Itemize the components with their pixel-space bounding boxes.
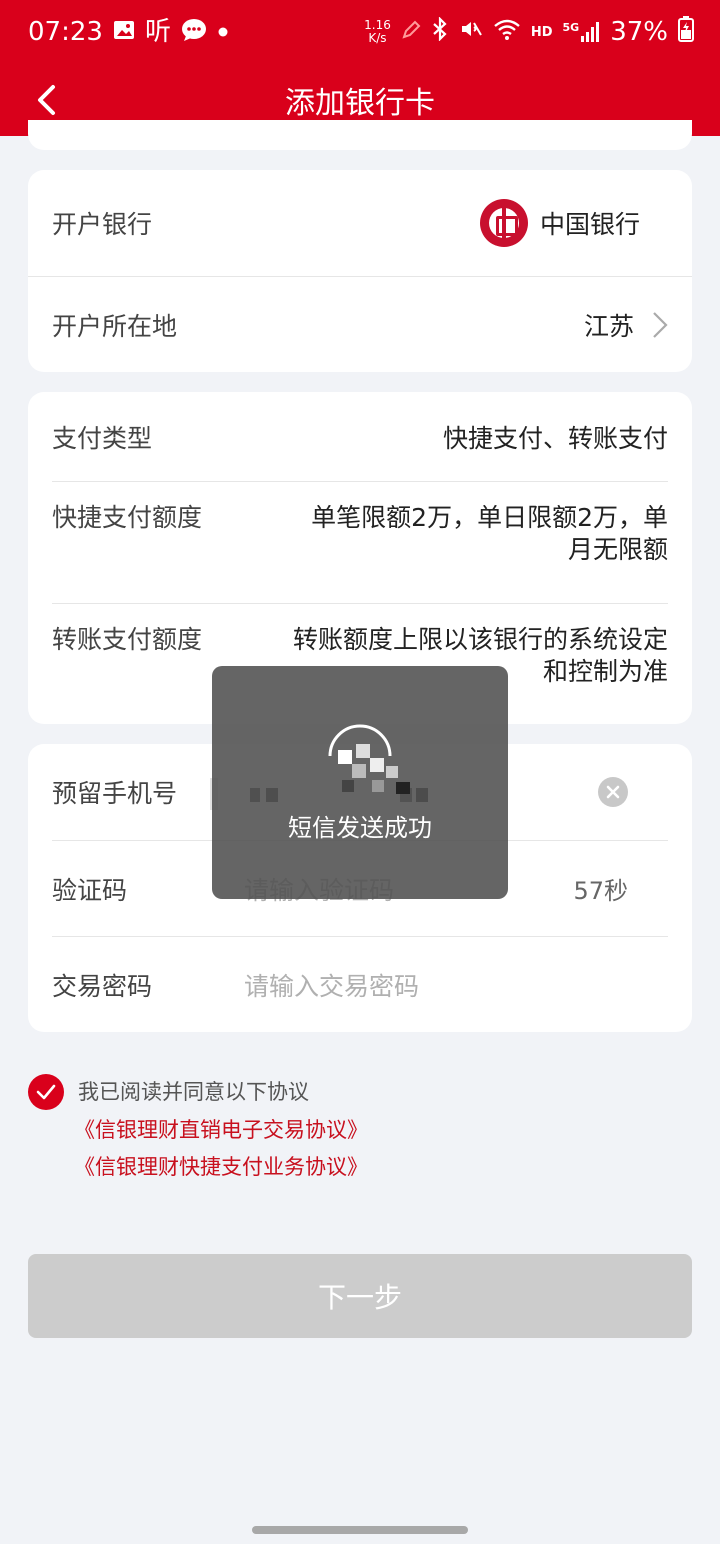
network-speed-unit: K/s (368, 31, 387, 45)
location-label: 开户所在地 (52, 311, 178, 341)
transfer-limit-label: 转账支付额度 (52, 625, 203, 654)
pay-type-label: 支付类型 (52, 423, 153, 453)
agreement-checkbox[interactable] (28, 1074, 64, 1110)
previous-card-stub (28, 120, 692, 150)
gallery-icon (113, 19, 135, 46)
phone-label: 预留手机号 (52, 779, 178, 808)
bank-name: 中国银行 (539, 210, 640, 239)
pay-type-value: 快捷支付、转账支付 (442, 423, 668, 453)
mosaic-block (372, 780, 384, 792)
password-row: 交易密码 请输入交易密码 (28, 937, 692, 1032)
signal-label: 5G (562, 21, 580, 34)
location-value-wrap: 江苏 (584, 307, 668, 343)
bank-row: 开户银行 中国银行 (28, 170, 692, 276)
notification-dot-icon (217, 21, 229, 43)
mosaic-block (396, 782, 410, 794)
battery-icon (678, 15, 694, 49)
message-icon (181, 18, 207, 47)
location-value: 江苏 (583, 311, 634, 341)
bank-label: 开户银行 (52, 210, 153, 239)
password-label: 交易密码 (52, 971, 153, 1001)
clear-phone-button[interactable] (598, 777, 628, 807)
quick-limit-value: 单笔限额2万，单日限额2万，单 月无限额 (311, 502, 668, 566)
chevron-right-icon (653, 311, 668, 338)
mosaic-block (386, 766, 398, 778)
back-button[interactable] (26, 78, 66, 122)
battery-percent: 37% (610, 17, 668, 47)
quick-limit-label: 快捷支付额度 (52, 503, 203, 532)
mosaic-block (370, 758, 384, 772)
quick-limit-line2: 月无限额 (567, 535, 668, 564)
mute-icon (459, 17, 483, 48)
signal-icon: 5G (563, 21, 601, 43)
listen-icon: 听 (144, 17, 171, 47)
mosaic-block (356, 744, 370, 758)
quick-limit-row: 快捷支付额度 单笔限额2万，单日限额2万，单 月无限额 (28, 482, 692, 603)
bluetooth-icon (431, 15, 449, 48)
status-bar-left: 07:23 听 (28, 17, 229, 47)
bank-value: 中国银行 (479, 199, 640, 247)
wifi-icon (493, 17, 521, 48)
toast-message: 短信发送成功 (288, 814, 432, 842)
chevron-left-icon (38, 85, 55, 115)
quick-limit-line1: 单笔限额2万，单日限额2万，单 (311, 503, 668, 532)
password-input[interactable]: 请输入交易密码 (244, 967, 419, 1003)
bank-info-card: 开户银行 中国银行 开户所在地 江苏 (28, 170, 692, 372)
network-speed: 1.16 K/s (364, 19, 391, 45)
next-step-button[interactable]: 下一步 (28, 1254, 692, 1338)
page-title: 添加银行卡 (285, 86, 435, 121)
checkmark-icon (36, 1084, 56, 1100)
agreement-link-direct-sales[interactable]: 《信银理财直销电子交易协议》 (74, 1114, 368, 1144)
bank-of-china-logo-icon (479, 199, 528, 247)
agreement-link-quick-pay[interactable]: 《信银理财快捷支付业务协议》 (74, 1151, 368, 1181)
close-icon (606, 785, 620, 799)
code-countdown: 57秒 (573, 877, 628, 905)
mosaic-block (342, 780, 354, 792)
home-indicator[interactable] (252, 1526, 468, 1534)
hd-label: HD (530, 24, 553, 40)
sms-success-toast: 短信发送成功 (212, 666, 508, 899)
location-row[interactable]: 开户所在地 江苏 (28, 277, 692, 372)
pay-type-row: 支付类型 快捷支付、转账支付 (28, 392, 692, 481)
status-bar: 07:23 听 1.16 K/s HD 5G 37% (0, 0, 720, 64)
mosaic-block (352, 764, 366, 778)
app-header: 07:23 听 1.16 K/s HD 5G 37% 添加银行卡 (0, 0, 720, 136)
status-bar-right: 1.16 K/s HD 5G 37% (364, 15, 694, 49)
transfer-limit-line1: 转账额度上限以该银行的系统设定 (292, 625, 668, 654)
pen-icon (401, 17, 421, 47)
mosaic-block (338, 750, 352, 764)
agreement-text: 我已阅读并同意以下协议 (78, 1080, 309, 1104)
status-time: 07:23 (28, 17, 103, 47)
